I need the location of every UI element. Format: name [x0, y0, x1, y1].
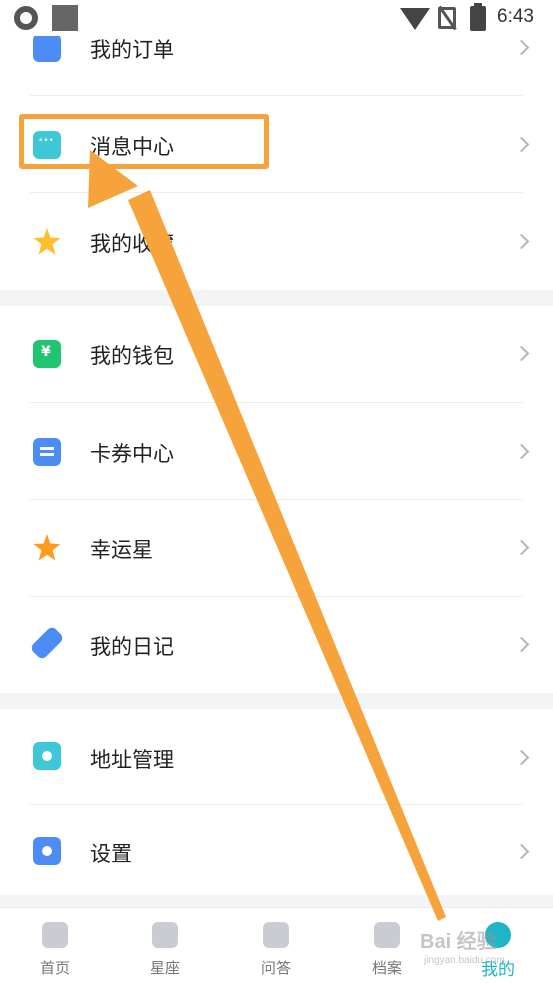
status-time: 6:43: [497, 6, 534, 27]
menu-item-label: 我的日记: [90, 635, 174, 659]
lucky-star-icon: [33, 534, 61, 561]
coupon-icon: [33, 438, 61, 466]
watermark-url: jingyan.baidu.com: [424, 955, 505, 966]
menu-item-label: 地址管理: [90, 748, 174, 772]
qa-icon: [263, 922, 289, 948]
tab-home[interactable]: 首页: [0, 908, 110, 983]
section-gap: [0, 895, 553, 907]
constellation-icon: [152, 922, 178, 948]
menu-item-address-management[interactable]: 地址管理: [0, 709, 553, 805]
chevron-right-icon: [513, 636, 530, 653]
menu-item-message-center[interactable]: 消息中心: [0, 96, 553, 193]
menu-item-lucky-star[interactable]: 幸运星: [0, 500, 553, 597]
wifi-icon: [400, 8, 430, 30]
location-pin-icon: [33, 742, 61, 770]
no-sim-icon: [438, 7, 456, 29]
diary-pen-icon: [29, 625, 65, 661]
menu-item-label: 卡券中心: [90, 442, 174, 466]
app-icon: [14, 6, 38, 30]
chevron-right-icon: [513, 443, 530, 460]
menu-item-label: 设置: [90, 842, 132, 866]
menu-item-coupon-center[interactable]: 卡券中心: [0, 403, 553, 500]
section-gap: [0, 290, 553, 306]
tab-label: 问答: [260, 959, 291, 977]
section-gap: [0, 693, 553, 709]
menu-item-label: 我的收藏: [90, 232, 174, 256]
menu-item-my-diary[interactable]: 我的日记: [0, 597, 553, 693]
tab-label: 首页: [39, 959, 70, 977]
menu-item-settings[interactable]: 设置: [0, 805, 553, 895]
chevron-right-icon: [513, 233, 530, 250]
chevron-right-icon: [513, 539, 530, 556]
tab-constellation[interactable]: 星座: [110, 908, 220, 983]
message-icon: [33, 131, 61, 159]
favorite-star-icon: [33, 228, 61, 255]
watermark: Bai 经验: [420, 931, 497, 953]
order-icon: [33, 34, 61, 62]
menu-item-my-wallet[interactable]: 我的钱包: [0, 306, 553, 403]
battery-charging-icon: [470, 3, 486, 31]
menu-item-my-favorites[interactable]: 我的收藏: [0, 193, 553, 290]
menu-item-label: 消息中心: [90, 135, 174, 159]
home-icon: [42, 922, 68, 948]
archive-icon: [374, 922, 400, 948]
chevron-right-icon: [513, 749, 530, 766]
chevron-right-icon: [513, 39, 530, 56]
chevron-right-icon: [513, 345, 530, 362]
tab-qa[interactable]: 问答: [221, 908, 331, 983]
tab-label: 星座: [149, 959, 180, 977]
menu-item-label: 我的钱包: [90, 344, 174, 368]
settings-gear-icon: [33, 837, 61, 865]
menu-item-label: 幸运星: [90, 538, 153, 562]
chevron-right-icon: [513, 843, 530, 860]
chevron-right-icon: [513, 136, 530, 153]
menu-item-label: 我的订单: [90, 38, 174, 62]
wallet-icon: [33, 340, 61, 368]
image-icon: [52, 5, 78, 31]
status-bar: 6:43: [0, 0, 553, 36]
